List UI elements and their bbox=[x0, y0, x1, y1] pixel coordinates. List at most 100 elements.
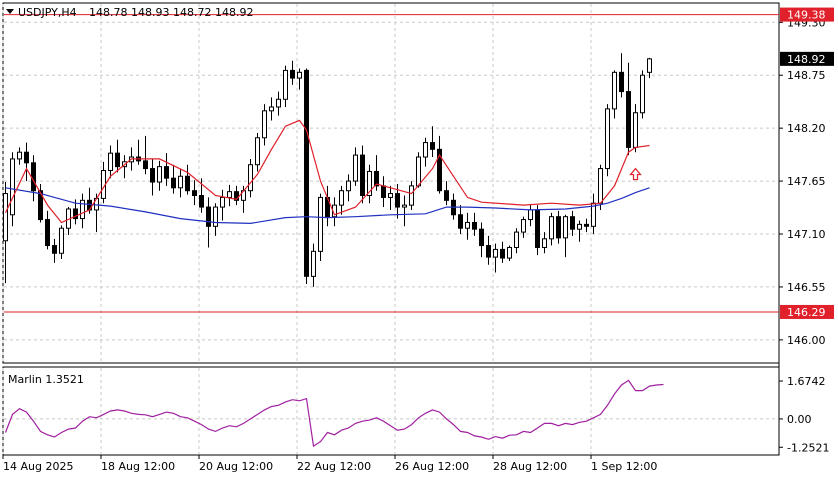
level-tag-label: 149.38 bbox=[787, 9, 826, 22]
candle-body bbox=[542, 238, 547, 248]
candle-body bbox=[626, 91, 631, 148]
candle-body bbox=[388, 193, 393, 198]
candle-body bbox=[262, 110, 267, 139]
candle-body bbox=[255, 137, 260, 166]
candle-body bbox=[570, 216, 575, 230]
candle-body bbox=[290, 69, 295, 79]
candle-body bbox=[297, 71, 302, 79]
candle-body bbox=[402, 204, 407, 208]
candle-body bbox=[220, 196, 225, 208]
candle-body bbox=[430, 142, 435, 150]
candle-body bbox=[563, 216, 568, 239]
price-pane[interactable] bbox=[2, 2, 780, 364]
candle-body bbox=[150, 168, 155, 183]
candle-body bbox=[178, 175, 183, 189]
candle-body bbox=[339, 190, 344, 206]
indicator-tick-label: -1.2521 bbox=[787, 441, 829, 454]
candle-body bbox=[381, 185, 386, 198]
time-tick-label: 1 Sep 12:00 bbox=[591, 460, 657, 473]
candle-body bbox=[185, 175, 190, 192]
indicator-pane[interactable] bbox=[2, 366, 780, 456]
candle-body bbox=[479, 228, 484, 247]
candle-body bbox=[409, 185, 414, 206]
chart-canvas: 149.30148.75148.20147.65147.10146.55146.… bbox=[2, 2, 834, 473]
indicator-label: Marlin 1.3521 bbox=[8, 373, 84, 386]
candle-body bbox=[59, 227, 64, 254]
candle-body bbox=[444, 190, 449, 201]
candle-body bbox=[206, 206, 211, 227]
candle-body bbox=[395, 193, 400, 208]
candle-body bbox=[493, 248, 498, 258]
time-axis-labels: 14 Aug 2025 18 Aug 12:00 20 Aug 12:00 22 Au… bbox=[2, 455, 657, 473]
candle-body bbox=[276, 98, 281, 108]
candle-body bbox=[360, 154, 365, 197]
price-tick-label: 147.10 bbox=[787, 228, 826, 241]
price-tick-label: 146.00 bbox=[787, 334, 826, 347]
candle-body bbox=[24, 151, 29, 164]
candle-body bbox=[31, 162, 36, 192]
price-tick-label: 148.20 bbox=[787, 122, 826, 135]
time-tick-label: 14 Aug 2025 bbox=[3, 460, 73, 473]
candle-body bbox=[10, 158, 15, 216]
time-tick-label: 22 Aug 12:00 bbox=[297, 460, 371, 473]
candle-body bbox=[318, 196, 323, 252]
candle-body bbox=[633, 112, 638, 148]
chart-window: 149.30 148.75 148.20 147.65 147.10 146.55 146.… bbox=[0, 0, 838, 477]
candle-body bbox=[465, 221, 470, 229]
candle-body bbox=[199, 195, 204, 208]
candle-body bbox=[521, 219, 526, 233]
candle-body bbox=[647, 58, 652, 73]
price-tags: 149.38 146.29 148.92 bbox=[780, 7, 834, 319]
candle-body bbox=[528, 209, 533, 221]
candle-body bbox=[549, 216, 554, 240]
candle-body bbox=[164, 166, 169, 179]
indicator-tick-label: 0.00 bbox=[787, 413, 812, 426]
candle-body bbox=[458, 214, 463, 229]
last-price-label: 148.92 bbox=[787, 53, 826, 66]
candle-body bbox=[598, 168, 603, 204]
candle-body bbox=[248, 164, 253, 192]
candle-body bbox=[423, 142, 428, 158]
candle-body bbox=[52, 245, 57, 254]
candle-body bbox=[311, 250, 316, 277]
candle-body bbox=[353, 154, 358, 182]
price-tick-label: 146.55 bbox=[787, 281, 826, 294]
time-tick-label: 18 Aug 12:00 bbox=[101, 460, 175, 473]
candle-body bbox=[612, 71, 617, 110]
time-tick-label: 28 Aug 12:00 bbox=[493, 460, 567, 473]
candle-body bbox=[556, 216, 561, 239]
candle-body bbox=[346, 180, 351, 192]
candle-body bbox=[115, 152, 120, 168]
candle-body bbox=[213, 206, 218, 227]
candle-body bbox=[157, 166, 162, 183]
candle-body bbox=[108, 152, 113, 171]
candle-body bbox=[500, 248, 505, 259]
price-axis-labels: 149.30148.75148.20147.65147.10146.55146.… bbox=[779, 16, 826, 347]
candle-body bbox=[584, 223, 589, 227]
price-tick-label: 147.65 bbox=[787, 175, 826, 188]
candle-body bbox=[17, 151, 22, 160]
price-tick-label: 148.75 bbox=[787, 69, 826, 82]
candle-body bbox=[304, 69, 309, 277]
indicator-tick-label: 1.6742 bbox=[787, 375, 826, 388]
candle-body bbox=[577, 223, 582, 230]
time-tick-label: 26 Aug 12:00 bbox=[395, 460, 469, 473]
candle-body bbox=[283, 69, 288, 100]
candle-body bbox=[472, 221, 477, 230]
candle-body bbox=[227, 191, 232, 198]
candle-body bbox=[45, 219, 50, 247]
candle-body bbox=[619, 71, 624, 93]
candle-body bbox=[3, 193, 8, 242]
symbol-label: USDJPY,H4 bbox=[18, 6, 77, 19]
candle-body bbox=[640, 74, 645, 114]
candle-body bbox=[535, 209, 540, 248]
level-tag-label: 146.29 bbox=[787, 306, 826, 319]
candle-body bbox=[143, 160, 148, 170]
time-tick-label: 20 Aug 12:00 bbox=[199, 460, 273, 473]
candle-body bbox=[192, 190, 197, 197]
candle-body bbox=[507, 246, 512, 259]
candle-body bbox=[514, 231, 519, 248]
indicator-axis-labels: 1.6742 0.00 -1.2521 bbox=[779, 375, 829, 454]
candle-body bbox=[605, 108, 610, 170]
candle-body bbox=[486, 245, 491, 258]
